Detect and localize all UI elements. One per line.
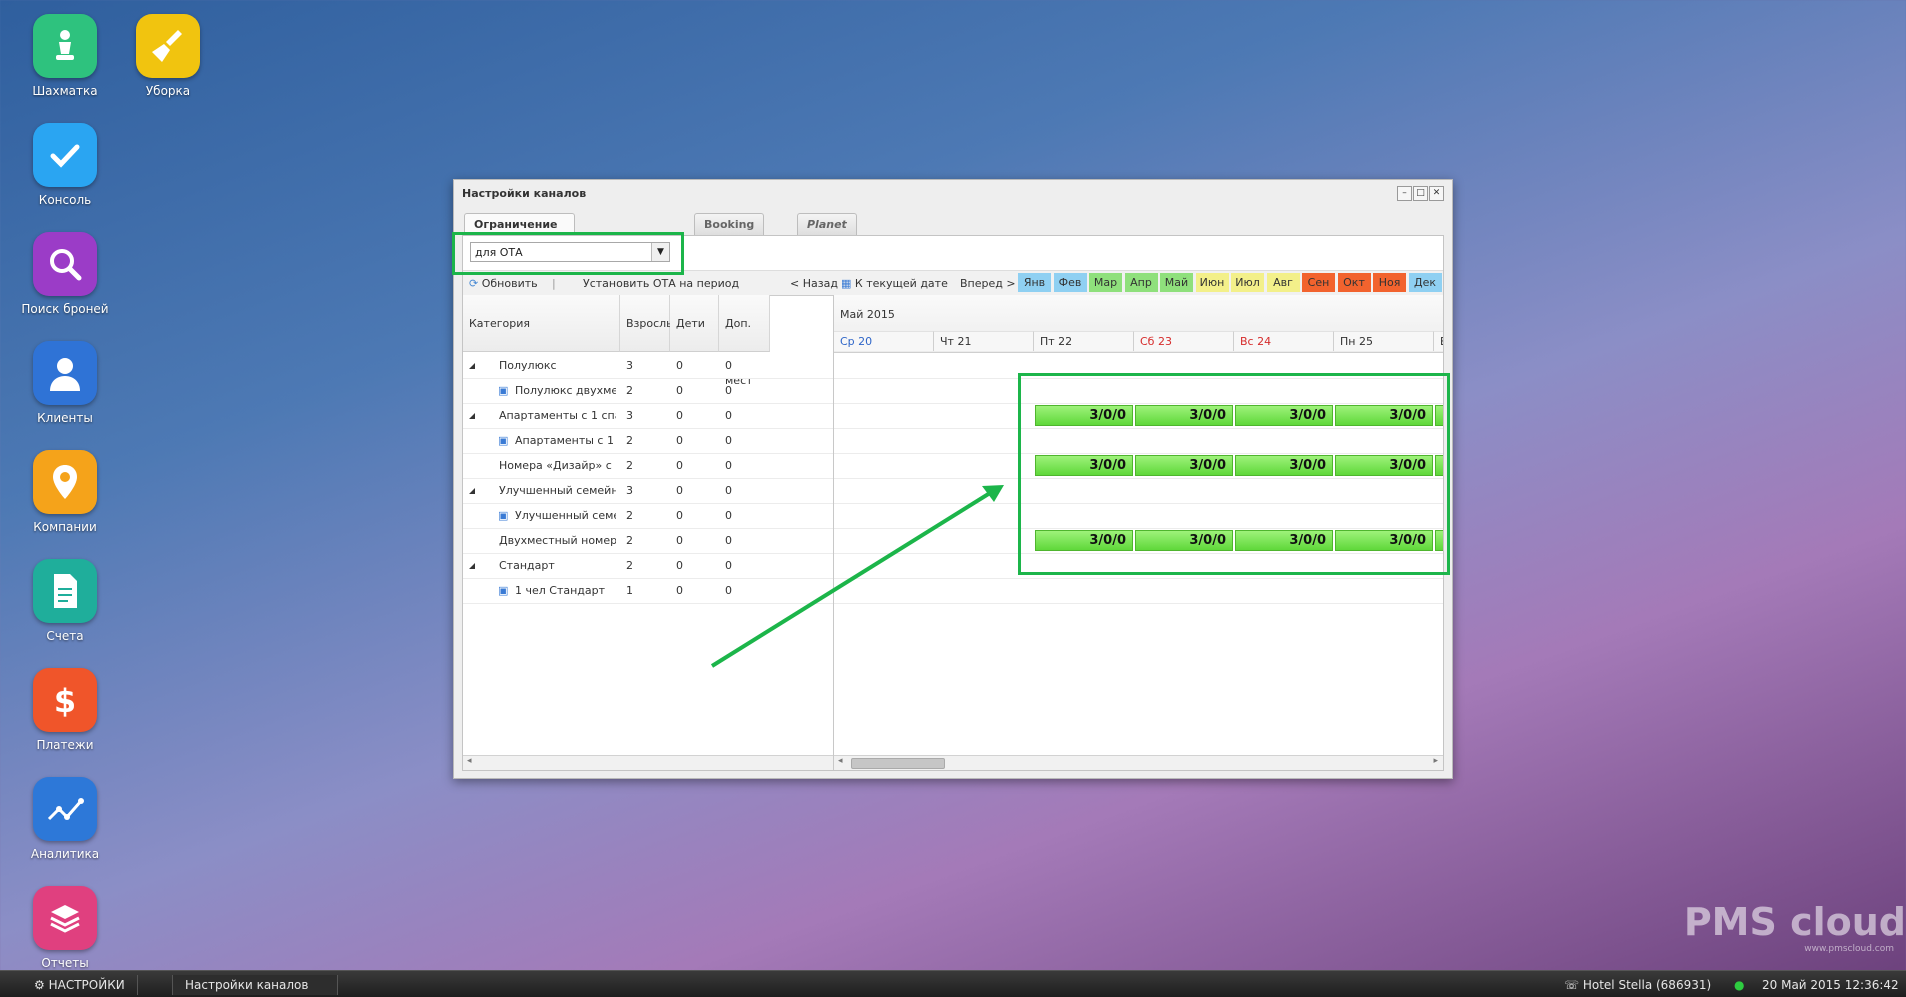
taskbar: ⚙ НАСТРОЙКИ Настройки каналов ☏ Hotel St… xyxy=(0,970,1906,997)
annotation-arrow xyxy=(710,485,1004,668)
settings-start-button[interactable]: ⚙ НАСТРОЙКИ xyxy=(22,975,138,995)
start-label: НАСТРОЙКИ xyxy=(48,978,125,992)
taskbar-window-channel-settings[interactable]: Настройки каналов xyxy=(172,975,338,995)
datetime: 20 Май 2015 12:36:42 xyxy=(1762,978,1899,992)
hotel-indicator: ☏ Hotel Stella (686931) xyxy=(1552,975,1723,995)
gear-icon: ⚙ xyxy=(34,978,45,992)
phone-icon: ☏ xyxy=(1564,978,1580,992)
hotel-name: Hotel Stella (686931) xyxy=(1582,978,1712,992)
